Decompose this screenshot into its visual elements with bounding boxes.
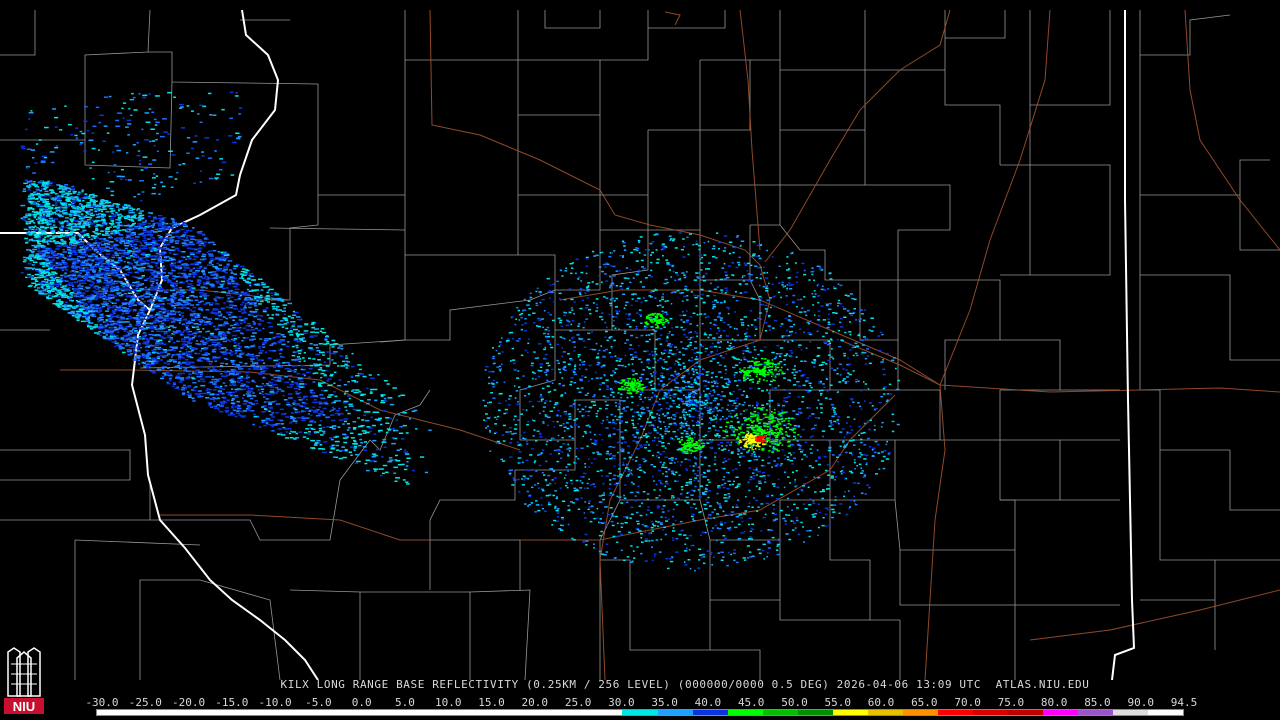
colorbar-tick: 70.0 xyxy=(954,696,981,709)
colorbar-segment xyxy=(1112,710,1148,715)
colorbar-tick: 85.0 xyxy=(1084,696,1111,709)
colorbar-tick: -10.0 xyxy=(258,696,292,709)
colorbar-tick: 80.0 xyxy=(1040,696,1068,709)
radar-returns xyxy=(20,91,900,572)
colorbar-segment xyxy=(237,710,273,715)
colorbar-segment xyxy=(972,710,1008,715)
state-boundaries xyxy=(0,9,1136,680)
colorbar-tick: 50.0 xyxy=(781,696,808,709)
colorbar-segment xyxy=(377,710,413,715)
colorbar-tick: -20.0 xyxy=(171,696,206,709)
colorbar-labels: -30.0 -25.0 -20.0 -15.0 -10.0 -5.0 0.0 5.0 10.0 1… xyxy=(85,696,1197,709)
colorbar-tick: 94.5 xyxy=(1170,696,1198,709)
colorbar-segment xyxy=(307,710,343,715)
colorbar-tick: 15.0 xyxy=(478,696,505,709)
colorbar-segment xyxy=(657,710,693,715)
colorbar-segment xyxy=(202,710,238,715)
colorbar-segment xyxy=(587,710,623,715)
colorbar-segment xyxy=(167,710,203,715)
colorbar-tick: 5.0 xyxy=(395,696,415,709)
colorbar-segment xyxy=(272,710,308,715)
colorbar-segment xyxy=(1007,710,1043,715)
colorbar-tick: -15.0 xyxy=(215,696,249,709)
colorbar-segment xyxy=(482,710,518,715)
colorbar-segment xyxy=(552,710,588,715)
colorbar-segment xyxy=(762,710,798,715)
colorbar-tick: 30.0 xyxy=(608,696,635,709)
colorbar-tick: 75.0 xyxy=(997,696,1025,709)
colorbar-tick: 60.0 xyxy=(867,696,895,709)
colorbar-tick: 65.0 xyxy=(911,696,938,709)
colorbar-segment xyxy=(342,710,378,715)
colorbar-segment xyxy=(902,710,938,715)
colorbar-segment xyxy=(867,710,903,715)
logo-text: NIU xyxy=(13,699,35,714)
caption-source: ATLAS.NIU.EDU xyxy=(995,678,1090,691)
colorbar-segment xyxy=(622,710,658,715)
colorbar-segment xyxy=(692,710,728,715)
colorbar-segment xyxy=(1147,710,1183,715)
colorbar-tick: -30.0 xyxy=(85,696,119,709)
colorbar-tick: 90.0 xyxy=(1127,696,1154,709)
colorbar-segment xyxy=(1042,710,1078,715)
colorbar-segment xyxy=(447,710,483,715)
colorbar-segment xyxy=(132,710,168,715)
colorbar-segment xyxy=(97,710,133,715)
colorbar-segment xyxy=(937,710,973,715)
caption-title: KILX LONG RANGE BASE REFLECTIVITY (0.25K… xyxy=(280,678,982,691)
colorbar-segment xyxy=(1077,710,1113,715)
colorbar-tick: -25.0 xyxy=(128,696,162,709)
colorbar-tick: 45.0 xyxy=(737,696,765,709)
colorbar-segment xyxy=(727,710,763,715)
niu-logo: NIU xyxy=(2,646,46,716)
colorbar-segment xyxy=(797,710,833,715)
reflectivity-colorbar xyxy=(96,709,1184,716)
colorbar-tick: 20.0 xyxy=(521,696,549,709)
colorbar-tick: 0.0 xyxy=(351,696,372,709)
colorbar-tick: 25.0 xyxy=(564,696,592,709)
colorbar-tick: -5.0 xyxy=(305,696,332,709)
product-caption: KILX LONG RANGE BASE REFLECTIVITY (0.25K… xyxy=(0,678,1280,691)
colorbar-tick: 55.0 xyxy=(824,696,852,709)
colorbar-tick: 40.0 xyxy=(694,696,722,709)
colorbar-segment xyxy=(412,710,448,715)
colorbar-tick: 35.0 xyxy=(651,696,678,709)
colorbar-segment xyxy=(517,710,553,715)
colorbar-segment xyxy=(832,710,868,715)
colorbar-tick: 10.0 xyxy=(434,696,462,709)
radar-map xyxy=(0,9,1280,680)
